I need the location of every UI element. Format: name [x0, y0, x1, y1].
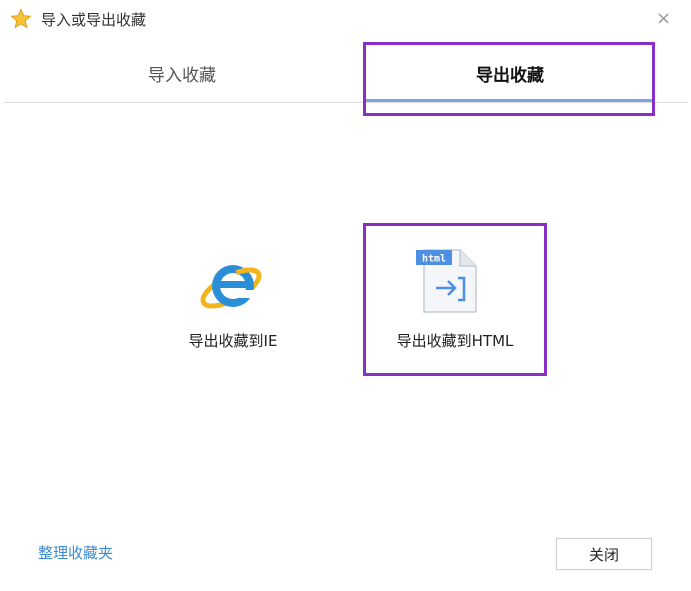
organize-favorites-link[interactable]: 整理收藏夹	[38, 542, 113, 563]
window-title: 导入或导出收藏	[41, 11, 147, 29]
title-bar: 导入或导出收藏 ×	[0, 0, 691, 40]
export-to-ie-option[interactable]: 导出收藏到IE	[168, 240, 298, 360]
export-to-ie-label: 导出收藏到IE	[188, 332, 278, 350]
close-button[interactable]: 关闭	[556, 538, 652, 570]
tab-import-favorites[interactable]: 导入收藏	[0, 42, 364, 104]
ie-icon	[200, 265, 262, 309]
highlight-box-export-tab	[363, 42, 655, 116]
close-icon[interactable]: ×	[656, 8, 671, 29]
highlight-box-html-option	[363, 223, 547, 376]
star-icon	[10, 8, 32, 29]
